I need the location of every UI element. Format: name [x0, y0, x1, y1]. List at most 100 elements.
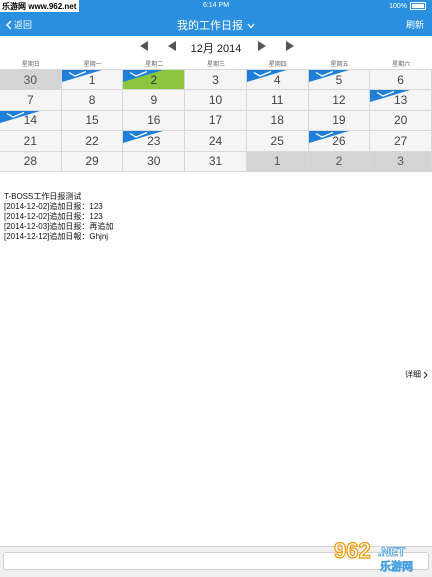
calendar-day-cell[interactable]: 8: [61, 90, 124, 111]
day-number: 7: [27, 93, 34, 108]
day-number: 22: [85, 133, 99, 148]
next-month-arrow-icon[interactable]: [258, 41, 266, 51]
calendar-day-cell[interactable]: 2: [308, 151, 371, 172]
calendar-day-cell[interactable]: 22: [61, 131, 124, 152]
watermark-logo: 962 .NET 乐游网: [334, 538, 413, 572]
calendar-day-cell[interactable]: 23: [123, 131, 186, 152]
day-number: 25: [270, 133, 284, 148]
day-number: 1: [88, 72, 96, 87]
calendar-day-cell[interactable]: 27: [370, 131, 432, 152]
day-number: 13: [393, 93, 408, 108]
month-selector: 12月 2014: [0, 38, 432, 55]
report-entry: [2014-12-03]追加日报：再追加: [4, 222, 114, 231]
calendar-day-cell[interactable]: 10: [185, 90, 247, 111]
chevron-right-icon: [423, 371, 428, 378]
calendar-day-cell[interactable]: 1: [246, 151, 309, 172]
calendar-day-cell[interactable]: 11: [246, 90, 309, 111]
detail-label: 详细: [405, 370, 421, 379]
day-number: 20: [393, 113, 408, 128]
calendar-day-cell[interactable]: 19: [308, 110, 371, 132]
day-number: 14: [23, 113, 38, 128]
report-entry: [2014-12-02]追加日报：123: [4, 202, 103, 211]
calendar-day-cell[interactable]: 9: [123, 90, 186, 111]
day-number: 24: [208, 133, 223, 148]
day-number: 17: [208, 113, 223, 128]
page-title: 我的工作日报: [177, 20, 243, 32]
page-title-dropdown[interactable]: 我的工作日报: [0, 17, 432, 33]
calendar-day-cell[interactable]: 30: [123, 151, 186, 172]
refresh-button[interactable]: 刷新: [406, 18, 424, 31]
calendar-day-cell[interactable]: 3: [185, 70, 247, 91]
day-number: 26: [332, 133, 346, 148]
battery-icon: [410, 2, 426, 10]
calendar-day-cell[interactable]: 5: [308, 70, 371, 91]
report-flag-icon: [308, 70, 349, 82]
calendar-day-cell[interactable]: 31: [185, 151, 247, 172]
calendar-day-cell[interactable]: 28: [0, 151, 62, 172]
next-year-arrow-icon[interactable]: [286, 41, 294, 51]
day-number: 19: [332, 113, 346, 128]
calendar-grid: 30 1 2 3 4 5 6 7 8 9 10 11 12 13 14 15 16 17 18 19 20 21 22 23 2…: [0, 69, 432, 172]
calendar-day-cell[interactable]: 29: [61, 151, 124, 172]
report-entry: [2014-12-02]追加日报：123: [4, 212, 103, 221]
day-number: 18: [270, 113, 284, 128]
calendar-day-cell[interactable]: 15: [61, 110, 124, 132]
calendar-day-cell[interactable]: 3: [370, 151, 432, 172]
calendar-day-cell[interactable]: 12: [308, 90, 371, 111]
day-number: 11: [270, 93, 284, 108]
day-number: 31: [208, 154, 223, 169]
calendar-day-cell[interactable]: 16: [123, 110, 186, 132]
day-number: 21: [23, 133, 38, 148]
calendar-day-cell[interactable]: 2: [123, 70, 186, 91]
day-number: 28: [23, 154, 38, 169]
day-number: 6: [397, 72, 404, 87]
day-number: 1: [273, 154, 281, 169]
weekday-label: 星期日: [21, 62, 40, 68]
day-number: 9: [150, 93, 158, 108]
day-number: 10: [208, 93, 223, 108]
report-content: T-BOSS工作日报测试 [2014-12-02]追加日报：123 [2014-…: [4, 192, 113, 242]
day-number: 16: [147, 113, 161, 128]
month-label: 12月 2014: [190, 43, 242, 55]
calendar-day-cell[interactable]: 18: [246, 110, 309, 132]
day-number: 5: [335, 72, 343, 87]
calendar-day-cell[interactable]: 17: [185, 110, 247, 132]
detail-link[interactable]: 详细: [405, 369, 428, 380]
day-number: 2: [335, 154, 343, 169]
report-title: T-BOSS工作日报测试: [4, 192, 82, 201]
calendar-day-cell[interactable]: 13: [370, 90, 432, 111]
day-number: 30: [23, 72, 38, 87]
day-number: 2: [150, 72, 158, 87]
calendar-day-cell[interactable]: 7: [0, 90, 62, 111]
day-number: 15: [85, 113, 99, 128]
calendar-day-cell[interactable]: 25: [246, 131, 309, 152]
weekday-label: 星期五: [330, 62, 349, 68]
day-number: 23: [147, 133, 161, 148]
calendar-day-cell[interactable]: 4: [246, 70, 309, 91]
weekday-label: 星期二: [145, 62, 164, 68]
day-number: 3: [397, 154, 404, 169]
calendar-day-cell[interactable]: 30: [0, 70, 62, 91]
day-number: 29: [85, 154, 99, 169]
battery-percent: 100%: [389, 2, 407, 10]
battery-indicator: 100%: [389, 2, 426, 10]
weekday-label: 星期四: [268, 62, 287, 68]
day-number: 4: [273, 72, 281, 87]
watermark-suffix: .NET: [378, 545, 406, 559]
calendar-day-cell[interactable]: 26: [308, 131, 371, 152]
report-flag-icon: [123, 70, 164, 82]
weekday-label: 星期一: [83, 62, 102, 68]
day-number: 12: [332, 93, 346, 108]
day-number: 27: [393, 133, 408, 148]
weekday-label: 星期三: [207, 62, 226, 68]
nav-bar: 返回 我的工作日报 刷新: [0, 12, 432, 36]
calendar-day-cell[interactable]: 6: [370, 70, 432, 91]
calendar-day-cell[interactable]: 1: [61, 70, 124, 91]
calendar-day-cell[interactable]: 14: [0, 110, 62, 132]
calendar-day-cell[interactable]: 20: [370, 110, 432, 132]
weekday-header: 星期日 星期一 星期二 星期三 星期四 星期五 星期六: [0, 59, 432, 69]
calendar-day-cell[interactable]: 24: [185, 131, 247, 152]
weekday-label: 星期六: [392, 62, 411, 68]
calendar-day-cell[interactable]: 21: [0, 131, 62, 152]
report-entry: [2014-12-12]追加日報：Ghjnj: [4, 232, 109, 241]
